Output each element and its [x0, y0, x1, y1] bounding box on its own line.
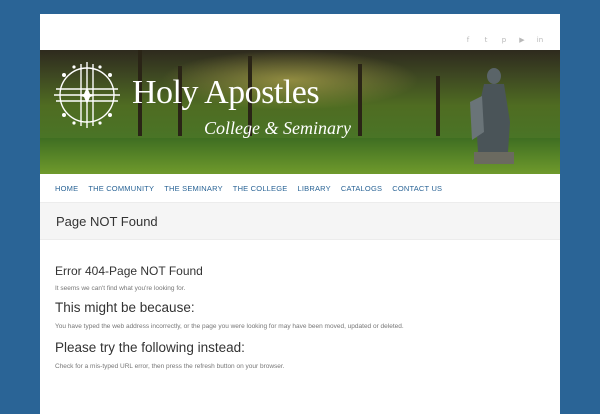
instead-heading: Please try the following instead: [55, 340, 245, 355]
statue-image [470, 68, 514, 164]
error-intro-text: It seems we can't find what you're looki… [55, 285, 186, 292]
nav-item-home[interactable]: HOME [55, 184, 78, 193]
nav-item-catalogs[interactable]: CATALOGS [341, 184, 382, 193]
page-title-bar: Page NOT Found [40, 203, 560, 240]
instead-text: Check for a mis-typed URL error, then pr… [55, 363, 285, 370]
error-heading: Error 404-Page NOT Found [55, 264, 203, 278]
main-navigation: HOME THE COMMUNITY THE SEMINARY THE COLL… [40, 174, 560, 203]
site-subtitle: College & Seminary [204, 118, 351, 138]
page-container: f t p ▶ in Holy Apostles College & Semin… [40, 14, 560, 414]
nav-item-the-seminary[interactable]: THE SEMINARY [164, 184, 223, 193]
seminary-logo-icon [54, 62, 120, 128]
linkedin-icon[interactable]: in [536, 36, 544, 44]
youtube-icon[interactable]: ▶ [518, 36, 526, 44]
page-title: Page NOT Found [56, 213, 158, 229]
top-bar: f t p ▶ in [40, 14, 560, 50]
facebook-icon[interactable]: f [464, 36, 472, 44]
site-title: Holy Apostles [132, 74, 320, 111]
nav-item-contact-us[interactable]: CONTACT US [392, 184, 442, 193]
nav-item-library[interactable]: LIBRARY [298, 184, 331, 193]
reasons-text: You have typed the web address incorrect… [55, 323, 404, 330]
reasons-heading: This might be because: [55, 300, 195, 315]
tree-trunk [436, 76, 440, 136]
social-links: f t p ▶ in [464, 36, 544, 44]
nav-item-the-community[interactable]: THE COMMUNITY [88, 184, 154, 193]
error-content: Error 404-Page NOT Found It seems we can… [40, 240, 560, 370]
twitter-icon[interactable]: t [482, 36, 490, 44]
header-banner[interactable]: Holy Apostles College & Seminary [40, 50, 560, 174]
nav-item-the-college[interactable]: THE COLLEGE [233, 184, 288, 193]
pinterest-icon[interactable]: p [500, 36, 508, 44]
tree-trunk [358, 64, 362, 136]
